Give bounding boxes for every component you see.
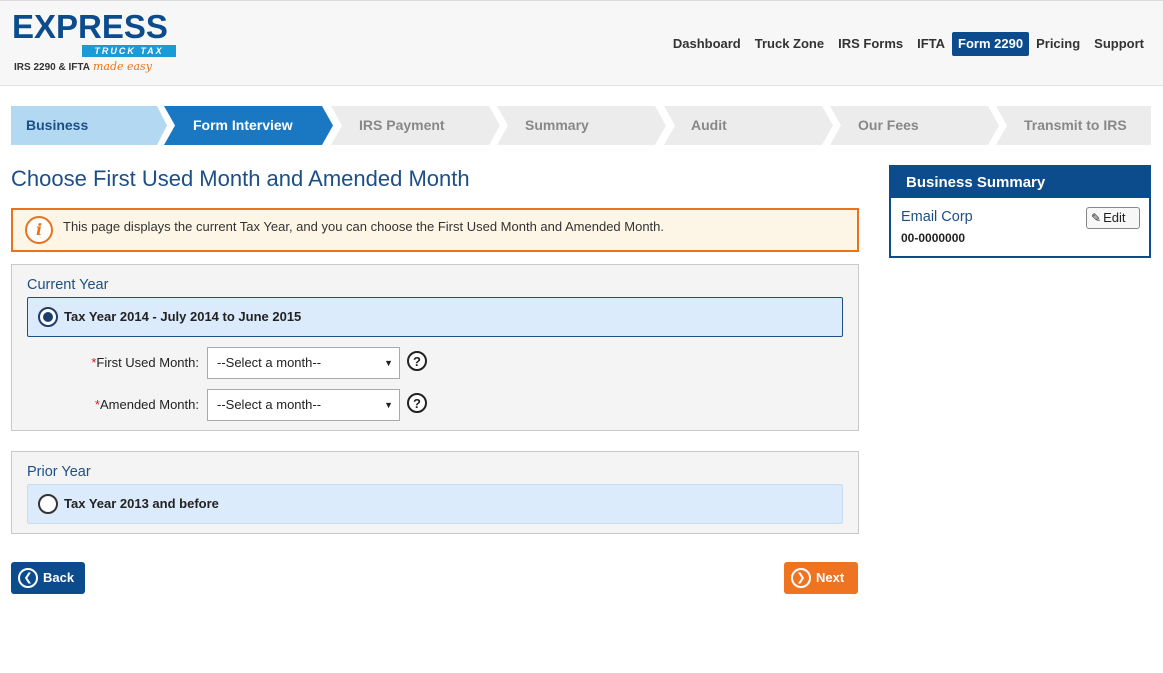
- edit-button-label: Edit: [1103, 210, 1126, 225]
- amended-month-help-icon[interactable]: ?: [407, 393, 427, 413]
- step-our-fees: Our Fees: [830, 106, 1000, 145]
- back-button[interactable]: ❮ Back: [11, 562, 85, 594]
- step-audit: Audit: [664, 106, 834, 145]
- step-summary-label: Summary: [525, 117, 589, 133]
- first-used-month-label: *First Used Month:: [91, 355, 199, 370]
- current-year-panel: Current Year Tax Year 2014 - July 2014 t…: [11, 264, 859, 431]
- nav-truck-zone[interactable]: Truck Zone: [748, 32, 831, 56]
- first-used-month-value: --Select a month--: [217, 355, 322, 370]
- step-form-interview[interactable]: Form Interview: [164, 106, 334, 145]
- prior-year-title: Prior Year: [27, 464, 91, 480]
- pencil-icon: ✎: [1091, 211, 1102, 225]
- chevron-down-icon: ▼: [384, 400, 393, 410]
- chevron-left-icon: ❮: [18, 568, 38, 588]
- tax-year-2014-radio[interactable]: [38, 307, 58, 327]
- prior-year-panel: Prior Year Tax Year 2013 and before: [11, 451, 859, 534]
- next-button-label: Next: [816, 570, 845, 585]
- step-summary: Summary: [497, 106, 667, 145]
- main-nav: Dashboard Truck Zone IRS Forms IFTA Form…: [666, 32, 1151, 56]
- back-button-label: Back: [43, 570, 75, 585]
- business-name: Email Corp: [901, 209, 973, 225]
- step-transmit-to-irs-label: Transmit to IRS: [1024, 117, 1127, 133]
- nav-support[interactable]: Support: [1087, 32, 1151, 56]
- site-header: EXPRESS TRUCK TAX IRS 2290 & IFTA made ea…: [0, 0, 1163, 86]
- tax-year-2014-option[interactable]: Tax Year 2014 - July 2014 to June 2015: [27, 297, 843, 337]
- chevron-right-icon: ❯: [791, 568, 811, 588]
- nav-dashboard[interactable]: Dashboard: [666, 32, 748, 56]
- step-transmit-to-irs: Transmit to IRS: [996, 106, 1151, 145]
- first-used-month-row: *First Used Month:: [12, 347, 199, 379]
- tax-year-2013-radio[interactable]: [38, 494, 58, 514]
- step-our-fees-label: Our Fees: [858, 117, 919, 133]
- nav-form-2290[interactable]: Form 2290: [952, 32, 1030, 56]
- step-audit-label: Audit: [691, 117, 727, 133]
- express-truck-tax-logo[interactable]: EXPRESS TRUCK TAX IRS 2290 & IFTA made ea…: [12, 9, 182, 77]
- step-irs-payment: IRS Payment: [331, 106, 501, 145]
- amended-month-label: *Amended Month:: [95, 397, 199, 412]
- info-text: This page displays the current Tax Year,…: [63, 219, 665, 234]
- tax-year-2013-label: Tax Year 2013 and before: [64, 496, 219, 511]
- business-ein: 00-0000000: [901, 231, 966, 245]
- business-summary-card: Business Summary Email Corp 00-0000000 ✎…: [889, 165, 1151, 258]
- step-form-interview-label: Form Interview: [193, 117, 293, 133]
- current-year-title: Current Year: [27, 277, 109, 293]
- step-business[interactable]: Business: [11, 106, 167, 145]
- amended-month-label-text: Amended Month:: [99, 397, 199, 412]
- chevron-down-icon: ▼: [384, 358, 393, 368]
- page-title: Choose First Used Month and Amended Mont…: [11, 166, 470, 191]
- first-used-month-help-icon[interactable]: ?: [407, 351, 427, 371]
- amended-month-value: --Select a month--: [217, 397, 322, 412]
- amended-month-row: *Amended Month:: [12, 389, 199, 421]
- business-summary-title: Business Summary: [891, 167, 1149, 198]
- tax-year-2014-label: Tax Year 2014 - July 2014 to June 2015: [64, 309, 302, 324]
- nav-irs-forms[interactable]: IRS Forms: [831, 32, 910, 56]
- logo-wordmark: EXPRESS: [12, 8, 168, 45]
- nav-pricing[interactable]: Pricing: [1029, 32, 1087, 56]
- info-notice: i This page displays the current Tax Yea…: [11, 208, 859, 252]
- nav-ifta[interactable]: IFTA: [910, 32, 952, 56]
- logo-tagline: IRS 2290 & IFTA made easy: [14, 60, 152, 73]
- first-used-month-select[interactable]: --Select a month-- ▼: [207, 347, 400, 379]
- info-icon: i: [25, 216, 53, 244]
- step-business-label: Business: [26, 117, 89, 133]
- step-irs-payment-label: IRS Payment: [359, 117, 445, 133]
- logo-tagline-text: IRS 2290 & IFTA: [14, 62, 90, 73]
- progress-stepper: Business Form Interview IRS Payment Summ…: [11, 106, 1151, 145]
- logo-tagline-script: made easy: [92, 60, 152, 73]
- next-button[interactable]: ❯ Next: [784, 562, 858, 594]
- tax-year-2013-option[interactable]: Tax Year 2013 and before: [27, 484, 843, 524]
- logo-band: TRUCK TAX: [82, 45, 176, 57]
- amended-month-select[interactable]: --Select a month-- ▼: [207, 389, 400, 421]
- first-used-month-label-text: First Used Month:: [96, 355, 199, 370]
- step-audit-shape: [664, 106, 833, 145]
- edit-business-button[interactable]: ✎ Edit: [1086, 207, 1140, 229]
